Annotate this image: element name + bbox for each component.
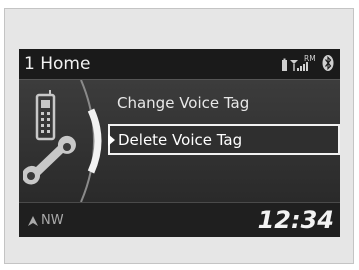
footer-bar: NW 12:34 [19, 202, 340, 237]
menu-item-delete-voice-tag[interactable]: Delete Voice Tag [108, 124, 340, 155]
battery-icon [282, 58, 287, 71]
compass-arrow-icon [28, 215, 38, 226]
bluetooth-icon [322, 55, 334, 71]
clock: 12:34 [257, 206, 334, 234]
menu-item-label: Delete Voice Tag [118, 131, 243, 149]
phone-settings-icon [22, 90, 77, 194]
header-bar: 1 Home RM [19, 49, 340, 80]
status-icons: RM [281, 52, 337, 74]
page-title: 1 Home [24, 54, 91, 74]
display-screen: 1 Home RM Change Voice Tag Delete Voice … [19, 49, 340, 237]
menu-area: Change Voice Tag Delete Voice Tag [19, 80, 340, 202]
compass-direction: NW [41, 213, 64, 228]
compass: NW [27, 212, 64, 230]
menu-item-change-voice-tag[interactable]: Change Voice Tag [109, 89, 340, 117]
menu-item-label: Change Voice Tag [117, 94, 250, 112]
roaming-label: RM [304, 54, 316, 63]
